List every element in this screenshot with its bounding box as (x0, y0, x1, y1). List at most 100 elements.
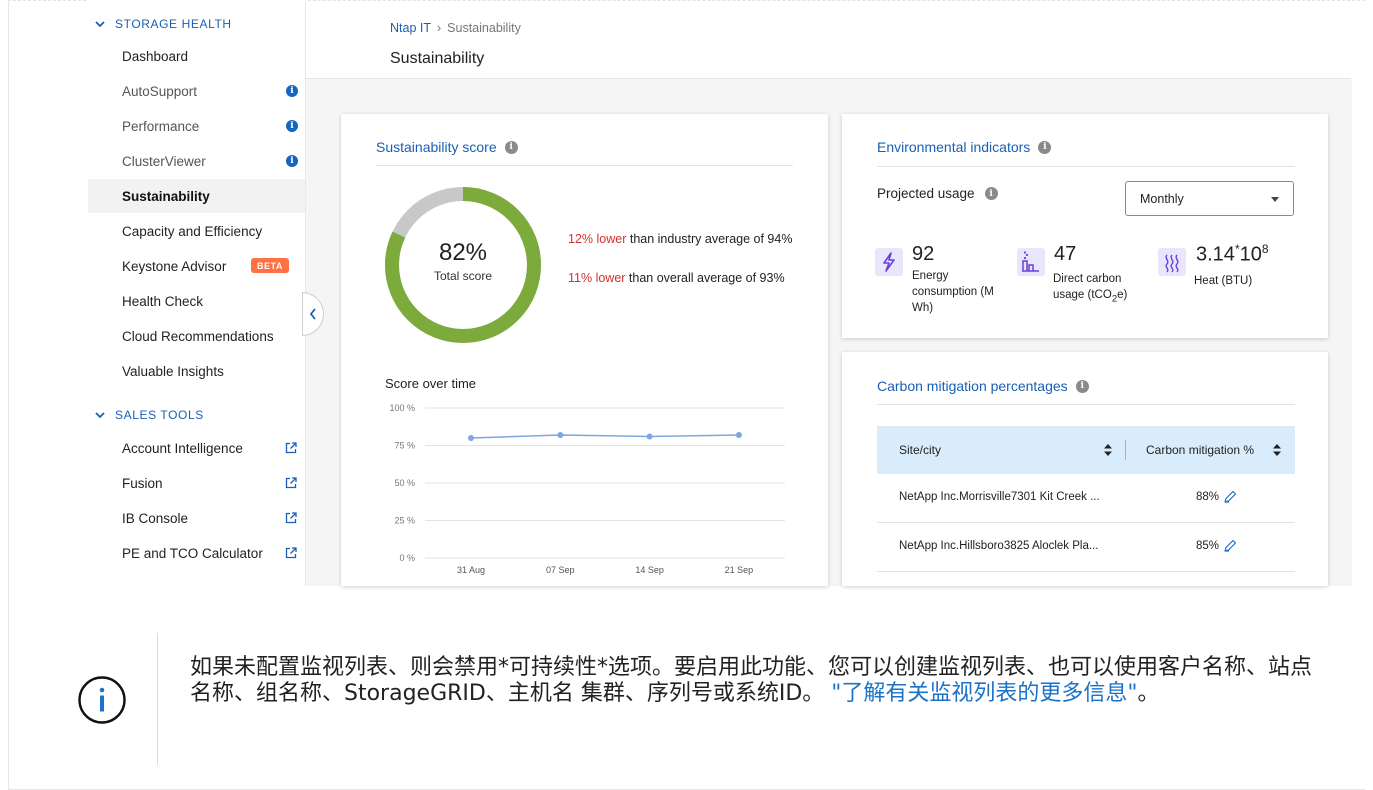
sidebar-item-label: AutoSupport (122, 83, 198, 99)
sidebar-item-label: Fusion (122, 475, 163, 491)
y-tick-label: 0 % (399, 553, 415, 563)
y-tick-label: 75 % (394, 441, 415, 451)
data-point[interactable] (557, 432, 564, 438)
sidebar-item-label: Dashboard (122, 48, 189, 64)
industry-comparison-highlight: 12% lower (568, 232, 627, 246)
factory-icon (1017, 248, 1045, 276)
sidebar-item-capacity-and-efficiency[interactable]: Capacity and Efficiency (88, 214, 305, 248)
info-icon[interactable]: i (1038, 140, 1052, 154)
data-point[interactable] (735, 432, 742, 438)
environmental-indicators-title: Environmental indicators i (877, 139, 1052, 155)
sidebar-item-label: IB Console (122, 510, 189, 526)
edit-pencil-icon[interactable] (1223, 490, 1237, 504)
sidebar-item-keystone-advisor[interactable]: Keystone Advisor BETA (88, 249, 305, 283)
external-link-icon[interactable] (285, 512, 297, 524)
sidebar-item-label: Account Intelligence (122, 440, 243, 456)
sales-tools-section-label: SALES TOOLS (115, 408, 204, 422)
info-circle-icon (78, 676, 126, 724)
info-icon[interactable]: i (1075, 379, 1089, 393)
sidebar-item-autosupport[interactable]: AutoSupport i (88, 74, 305, 108)
chevron-left-icon (309, 308, 316, 320)
page-title: Sustainability (390, 50, 485, 67)
score-line (470, 434, 739, 439)
info-icon[interactable]: i (286, 120, 298, 132)
table-row[interactable]: NetApp Inc.Morrisville7301 Kit Creek ...… (877, 474, 1295, 523)
heat-value-number: 3.14 (1196, 243, 1235, 266)
sidebar-item-label: Health Check (122, 293, 204, 309)
sustainability-score-title-label: Sustainability score (376, 139, 497, 155)
environmental-indicators-card: Environmental indicators i Projected usa… (842, 114, 1328, 338)
sidebar-item-label: PE and TCO Calculator (122, 545, 263, 561)
heat-base: 10 (1239, 243, 1262, 266)
environmental-indicators-title-label: Environmental indicators (877, 139, 1031, 155)
note-tail: 。 (1137, 681, 1160, 706)
sidebar-item-dashboard[interactable]: Dashboard (88, 39, 305, 73)
edit-pencil-icon[interactable] (1223, 539, 1237, 553)
lightning-icon (875, 248, 903, 276)
info-icon[interactable]: i (286, 155, 298, 167)
external-link-icon[interactable] (285, 547, 297, 559)
heat-value: 3.14*108 (1196, 242, 1269, 267)
storage-health-section-header[interactable]: STORAGE HEALTH (88, 14, 232, 34)
overall-comparison: 11% lower than overall average of 93% (568, 269, 793, 288)
sidebar-item-label: Keystone Advisor (122, 258, 227, 274)
column-header-site[interactable]: Site/city (899, 443, 941, 457)
breadcrumb-root-link[interactable]: Ntap IT (390, 21, 431, 35)
industry-comparison: 12% lower than industry average of 94% (568, 230, 793, 249)
sidebar-item-label: Cloud Recommendations (122, 328, 274, 344)
sidebar-item-sustainability[interactable]: Sustainability (88, 179, 305, 213)
beta-badge: BETA (251, 258, 289, 273)
energy-value: 92 (912, 243, 935, 265)
x-tick-label: 21 Sep (725, 565, 754, 575)
period-select-value: Monthly (1140, 191, 1184, 206)
sidebar-item-label: Performance (122, 118, 200, 134)
y-tick-label: 100 % (389, 403, 415, 413)
carbon-label: Direct carbon usage (tCO2e) (1053, 271, 1153, 307)
info-icon[interactable]: i (984, 187, 998, 200)
info-icon[interactable]: i (286, 85, 298, 97)
card-divider (877, 404, 1295, 405)
carbon-mitigation-card: Carbon mitigation percentages i Site/cit… (842, 352, 1328, 586)
sidebar-item-ib-console[interactable]: IB Console (88, 501, 305, 535)
y-tick-label: 50 % (394, 478, 415, 488)
card-divider (376, 165, 793, 166)
info-icon[interactable]: i (504, 140, 518, 154)
mitigation-cell: 88% (1196, 491, 1220, 503)
frame-left-border (8, 0, 9, 790)
data-point[interactable] (646, 433, 653, 440)
sidebar-item-fusion[interactable]: Fusion (88, 466, 305, 500)
data-point[interactable] (468, 435, 474, 441)
learn-more-link[interactable]: "了解有关监视列表的更多信息" (831, 681, 1137, 706)
sales-tools-section-header[interactable]: SALES TOOLS (88, 405, 204, 425)
carbon-mitigation-title: Carbon mitigation percentages i (877, 378, 1089, 394)
external-link-icon[interactable] (285, 477, 297, 489)
site-cell: NetApp Inc.Morrisville7301 Kit Creek ... (899, 491, 1100, 503)
table-row[interactable]: NetApp Inc.Hillsboro3825 Aloclek Pla... … (877, 523, 1295, 572)
card-divider (877, 166, 1295, 167)
sidebar-item-cloud-recommendations[interactable]: Cloud Recommendations (88, 319, 305, 353)
storage-health-section-label: STORAGE HEALTH (115, 17, 232, 31)
heat-icon (1158, 248, 1186, 276)
sidebar-item-valuable-insights[interactable]: Valuable Insights (88, 354, 305, 388)
sidebar-item-label: Capacity and Efficiency (122, 223, 263, 239)
period-select[interactable]: Monthly (1125, 181, 1294, 216)
sort-icon[interactable] (1104, 444, 1112, 456)
sidebar-item-health-check[interactable]: Health Check (88, 284, 305, 318)
carbon-value: 47 (1054, 243, 1077, 265)
carbon-mitigation-title-label: Carbon mitigation percentages (877, 378, 1068, 394)
sort-icon[interactable] (1273, 444, 1281, 456)
sidebar-item-performance[interactable]: Performance i (88, 109, 305, 143)
column-header-mitigation[interactable]: Carbon mitigation % (1146, 443, 1254, 457)
chevron-down-icon (91, 20, 109, 28)
column-separator (1125, 440, 1126, 460)
sidebar-item-account-intelligence[interactable]: Account Intelligence (88, 431, 305, 465)
energy-label: Energy consumption (M Wh) (912, 270, 994, 314)
overall-comparison-text: than overall average of 93% (625, 271, 785, 285)
projected-usage-text: Projected usage (877, 186, 975, 201)
breadcrumb-current: Sustainability (447, 21, 521, 35)
sidebar-item-label: ClusterViewer (122, 153, 206, 169)
sidebar-item-pe-and-tco-calculator[interactable]: PE and TCO Calculator (88, 536, 305, 570)
score-value: 82% (438, 239, 488, 266)
external-link-icon[interactable] (285, 442, 297, 454)
sidebar-item-clusterviewer[interactable]: ClusterViewer i (88, 144, 305, 178)
